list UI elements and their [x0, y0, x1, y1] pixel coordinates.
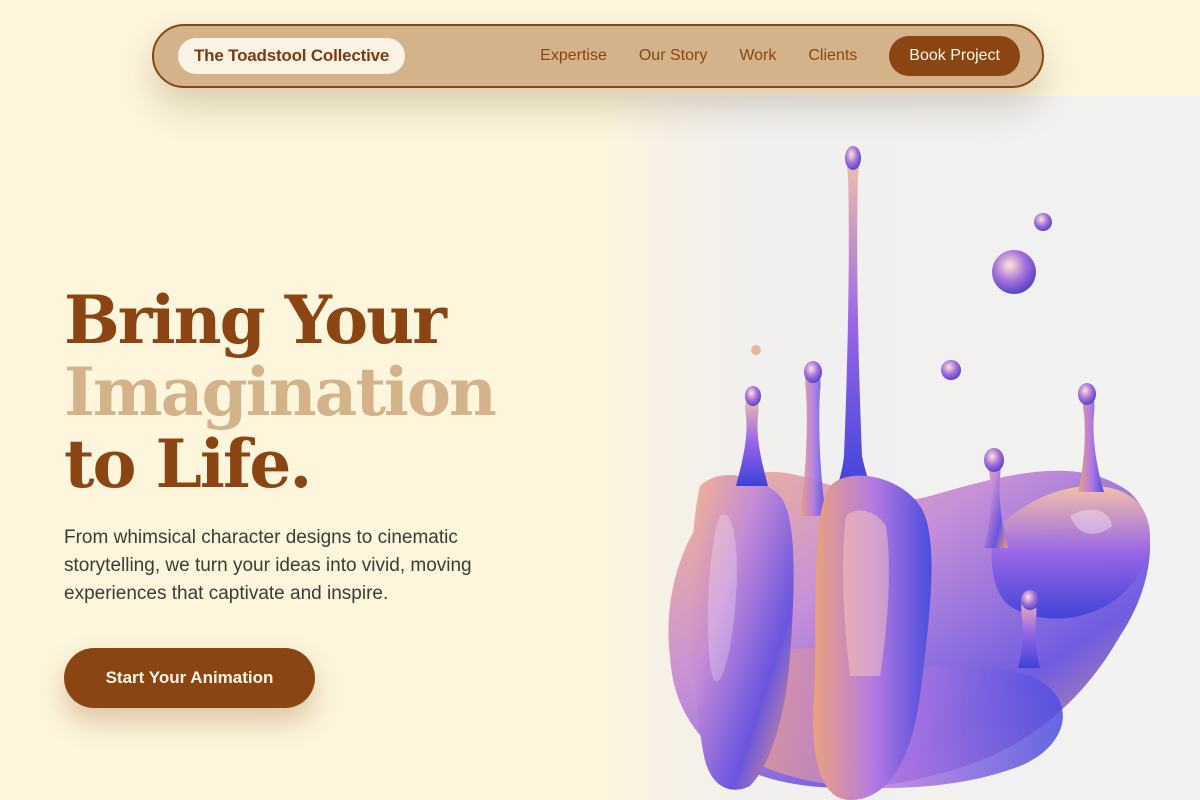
hero-subtitle: From whimsical character designs to cine…	[64, 527, 472, 604]
nav-link-clients[interactable]: Clients	[808, 47, 857, 65]
landing-page: The Toadstool Collective Expertise Our S…	[0, 0, 1200, 800]
nav-link-our-story[interactable]: Our Story	[639, 47, 707, 65]
hero-headline: Bring Your Imagination to Life.	[64, 281, 497, 503]
book-project-button[interactable]: Book Project	[889, 36, 1020, 76]
start-animation-button[interactable]: Start Your Animation	[64, 648, 315, 708]
top-navbar: The Toadstool Collective Expertise Our S…	[152, 24, 1044, 88]
brand-logo[interactable]: The Toadstool Collective	[178, 38, 406, 74]
hero-art-panel	[600, 96, 1200, 800]
nav-links: Expertise Our Story Work Clients	[540, 47, 857, 65]
liquid-splash-illustration	[668, 146, 1151, 800]
nav-link-work[interactable]: Work	[739, 47, 776, 65]
headline-line-1: Bring Your	[64, 281, 447, 359]
headline-line-3: to Life.	[64, 425, 312, 503]
headline-line-2: Imagination	[64, 353, 497, 431]
nav-link-expertise[interactable]: Expertise	[540, 47, 607, 65]
